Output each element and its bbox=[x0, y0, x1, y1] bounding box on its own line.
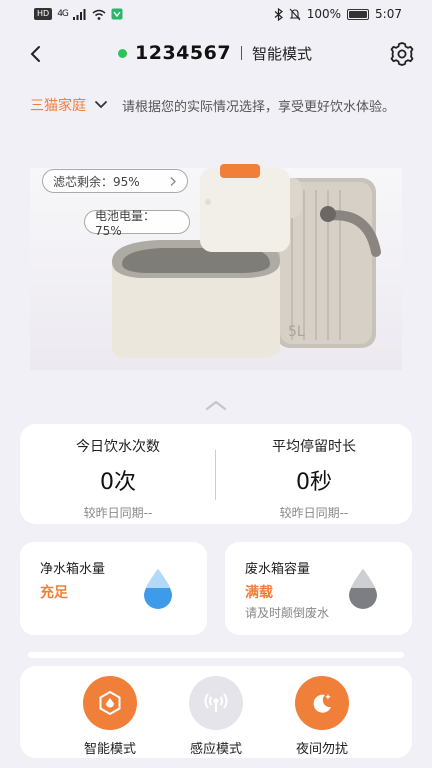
night-mode-icon-wrap bbox=[295, 676, 349, 730]
battery-level-label: 电池电量：75% bbox=[95, 208, 156, 238]
chevron-down-icon[interactable] bbox=[94, 100, 108, 110]
settings-button[interactable] bbox=[388, 40, 416, 68]
filter-remaining-label: 滤芯剩余：95% bbox=[53, 174, 140, 189]
drink-count-value: 0次 bbox=[100, 470, 136, 495]
online-status-dot bbox=[118, 48, 127, 58]
status-bar: HD 4G 100% 5:07 bbox=[0, 0, 432, 28]
battery-icon bbox=[347, 8, 370, 20]
back-button[interactable] bbox=[22, 40, 50, 68]
sensor-wave-icon bbox=[204, 693, 228, 712]
waste-tank-card[interactable]: 废水箱容量 满载 请及时颠倒废水 bbox=[225, 542, 412, 635]
sensor-mode-icon-wrap bbox=[189, 676, 243, 730]
battery-percent: 100% bbox=[306, 7, 342, 21]
clean-tank-status: 充足 bbox=[40, 585, 68, 601]
family-selector[interactable]: 三猫家庭 bbox=[30, 95, 86, 115]
device-id: 1234567 bbox=[135, 42, 232, 64]
bluetooth-icon bbox=[274, 7, 283, 21]
hexagon-mode-icon bbox=[99, 690, 121, 716]
water-fountain-image: 5L bbox=[112, 164, 381, 358]
mode-selector-card: 智能模式 感应模式 夜间勿扰 bbox=[20, 666, 412, 758]
battery-level-pill: 电池电量：75% bbox=[84, 209, 190, 238]
mute-bell-icon bbox=[289, 8, 301, 20]
filter-remaining-pill[interactable]: 滤芯剩余：95% bbox=[42, 169, 188, 193]
sensor-mode-label: 感应模式 bbox=[189, 742, 242, 757]
family-notice-row: 三猫家庭 请根据您的实际情况选择，享受更好饮水体验。 bbox=[30, 94, 432, 116]
avg-stay-value: 0秒 bbox=[296, 470, 332, 495]
app-notification-icon bbox=[111, 8, 123, 20]
chevron-left-icon bbox=[30, 46, 40, 62]
avg-stay-compare: 较昨日同期-- bbox=[279, 506, 349, 520]
night-mode-label: 夜间勿扰 bbox=[295, 742, 348, 757]
header-title-group: 1234567 智能模式 bbox=[118, 42, 312, 64]
wifi-icon bbox=[92, 9, 106, 20]
gray-water-drop-icon bbox=[349, 569, 377, 609]
tank-volume-label: 5L bbox=[288, 324, 305, 340]
chevron-up-icon[interactable] bbox=[204, 398, 228, 412]
drinking-stats-card: 今日饮水次数 0次 较昨日同期-- 平均停留时长 0秒 较昨日同期-- bbox=[20, 424, 412, 524]
drink-count-label: 今日饮水次数 bbox=[76, 439, 160, 455]
avg-stay-label: 平均停留时长 bbox=[272, 439, 356, 455]
status-right: 100% 5:07 bbox=[274, 7, 402, 21]
gear-icon bbox=[390, 42, 414, 66]
clock: 5:07 bbox=[375, 7, 402, 21]
sensor-mode-button[interactable]: 感应模式 bbox=[166, 676, 266, 757]
notice-text: 请根据您的实际情况选择，享受更好饮水体验。 bbox=[122, 99, 396, 115]
product-image-area: 5L 滤芯剩余：95% 电池电量：75% bbox=[30, 130, 402, 370]
chevron-right-icon bbox=[170, 176, 176, 186]
avg-stay-stat: 平均停留时长 0秒 较昨日同期-- bbox=[216, 436, 412, 521]
drink-count-compare: 较昨日同期-- bbox=[83, 506, 153, 520]
moon-icon bbox=[313, 694, 331, 713]
smart-mode-label: 智能模式 bbox=[83, 742, 136, 757]
waste-tank-tip: 请及时颠倒废水 bbox=[245, 606, 330, 620]
drink-count-stat: 今日饮水次数 0次 较昨日同期-- bbox=[20, 436, 216, 521]
waste-tank-status: 满载 bbox=[245, 585, 273, 601]
waste-tank-title: 废水箱容量 bbox=[245, 562, 311, 577]
signal-icon bbox=[72, 8, 86, 20]
smart-mode-button[interactable]: 智能模式 bbox=[60, 676, 160, 757]
network-type: 4G bbox=[57, 9, 69, 19]
current-mode-title: 智能模式 bbox=[252, 44, 313, 63]
section-separator bbox=[28, 652, 404, 658]
smart-mode-icon-wrap bbox=[83, 676, 137, 730]
night-mode-button[interactable]: 夜间勿扰 bbox=[272, 676, 372, 757]
blue-water-drop-icon bbox=[144, 569, 172, 609]
clean-tank-title: 净水箱水量 bbox=[40, 562, 106, 577]
header: 1234567 智能模式 bbox=[0, 30, 432, 80]
status-left: HD 4G bbox=[34, 8, 123, 20]
clean-tank-card[interactable]: 净水箱水量 充足 bbox=[20, 542, 207, 635]
title-divider bbox=[241, 46, 243, 60]
hd-badge: HD bbox=[34, 8, 53, 20]
